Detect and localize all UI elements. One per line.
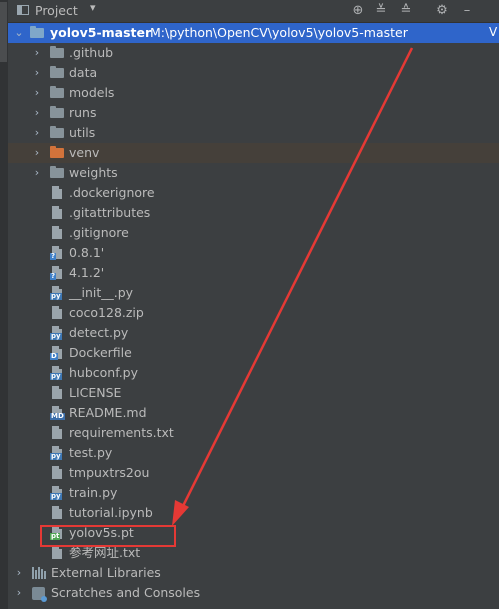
- annotation-arrow-line: [178, 47, 414, 513]
- annotation-arrow: [172, 47, 414, 526]
- annotation-arrow-head: [172, 500, 189, 526]
